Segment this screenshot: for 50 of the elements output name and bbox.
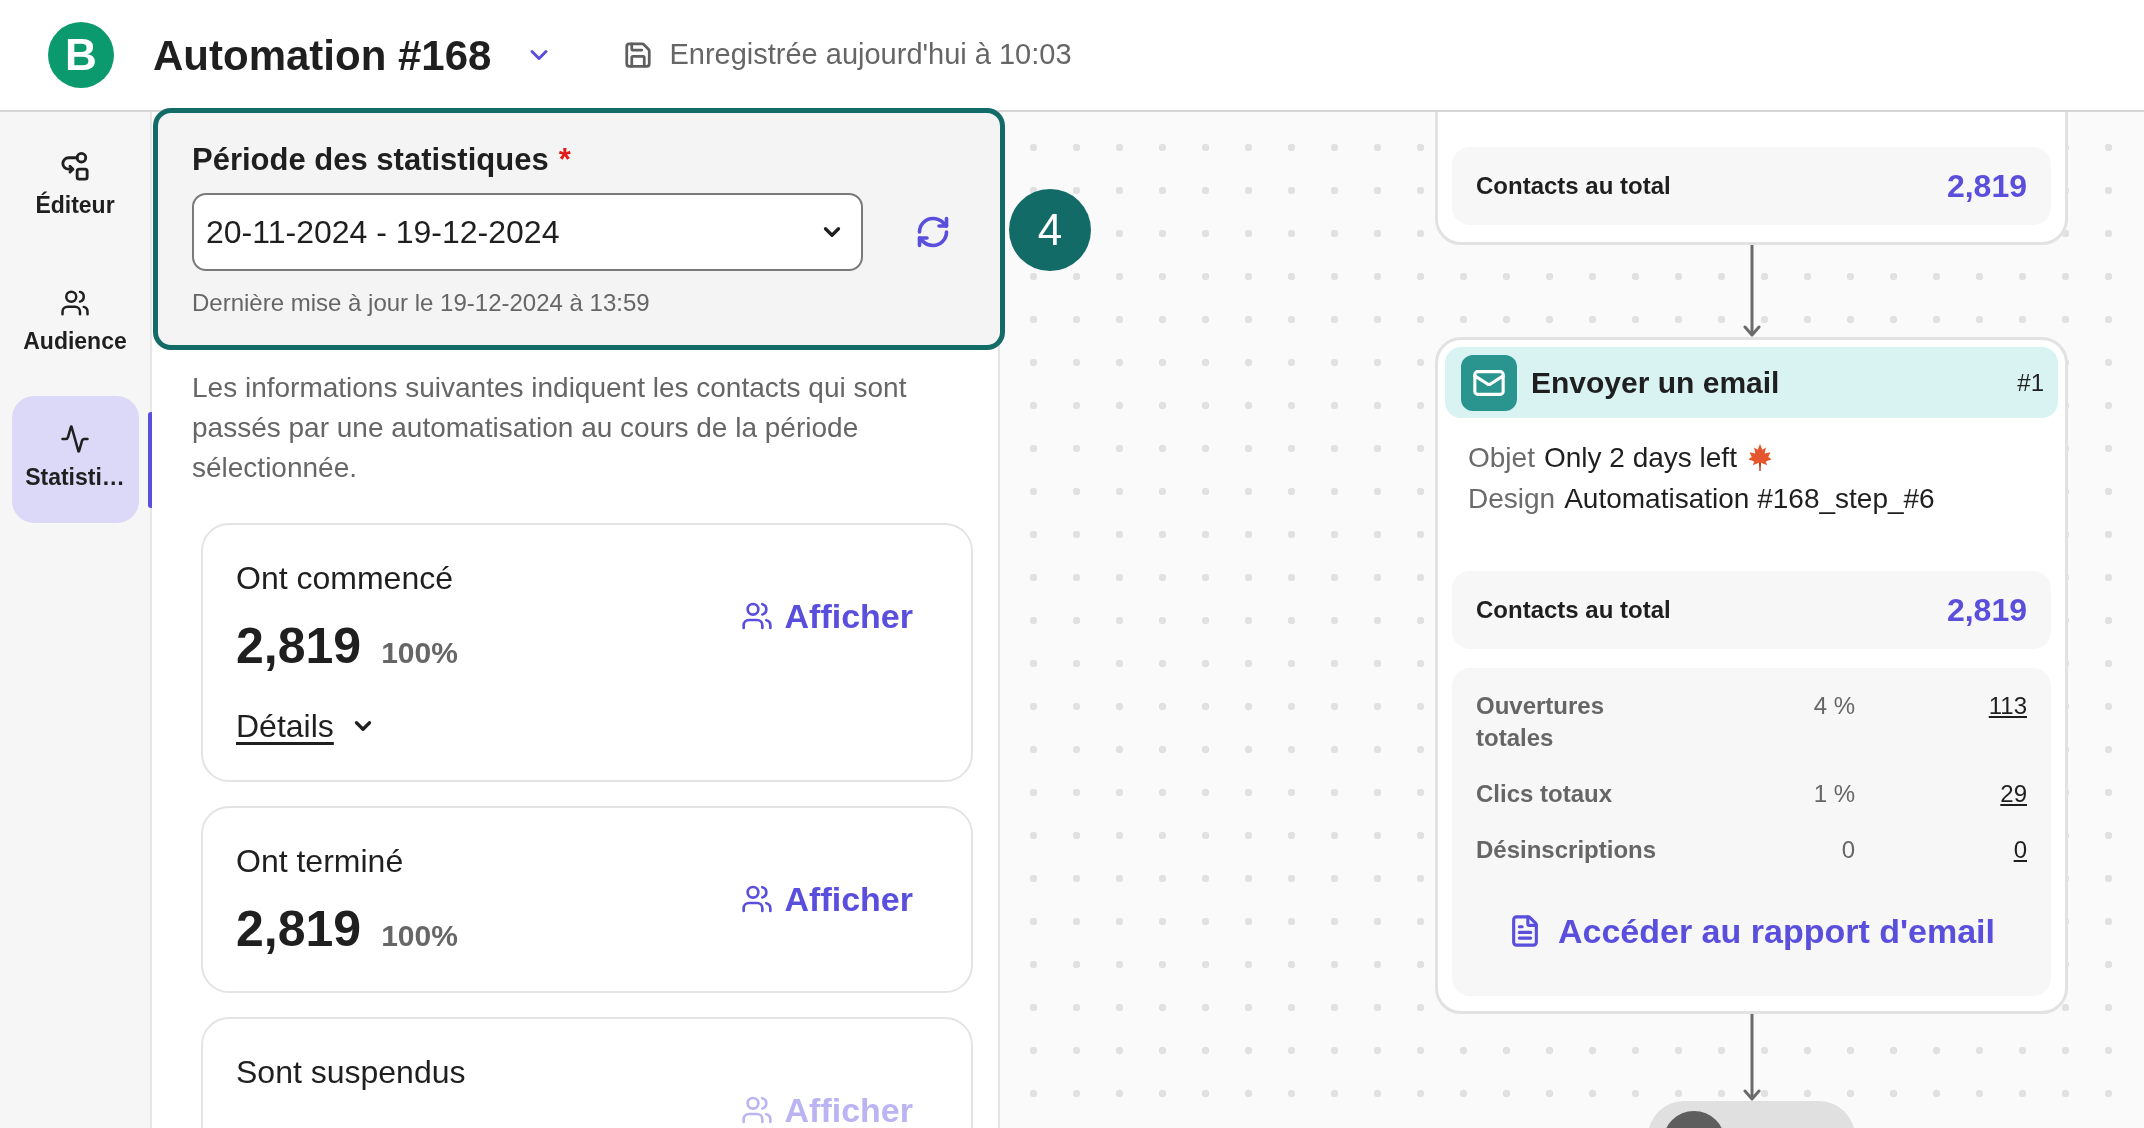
sidebar-item[interactable]: Éditeur — [11, 124, 139, 251]
sidebar-item[interactable]: Audience — [11, 260, 139, 387]
save-status: Enregistrée aujourd'hui à 10:03 — [669, 37, 1072, 73]
last-updated-text: Dernière mise à jour le 19-12-2024 à 13:59 — [192, 288, 651, 318]
contacts-total-label: Contacts au total — [1476, 171, 1671, 201]
workflow-icon — [60, 152, 90, 183]
field-value: Automatisation #168_step_#6 — [1564, 481, 1935, 516]
node-step-number: #1 — [2017, 367, 2044, 398]
users-icon — [740, 1094, 773, 1126]
stat-percent: 100% — [381, 635, 458, 671]
refresh-button[interactable] — [915, 214, 951, 250]
metric-label: Ouvertures totales — [1476, 691, 1606, 753]
users-icon — [740, 600, 773, 632]
refresh-icon — [915, 214, 951, 250]
period-label: Période des statistiques — [192, 141, 549, 179]
metric-count-link[interactable]: 113 — [1988, 690, 2027, 722]
date-range-select[interactable]: 20-11-2024 - 19-12-2024 — [192, 193, 863, 271]
activity-icon — [60, 424, 90, 455]
stat-title: Ont commencé — [236, 559, 454, 598]
stat-title: Sont suspendus — [236, 1053, 466, 1092]
contacts-total-value: 2,819 — [1946, 167, 2027, 206]
show-contacts-button[interactable]: Afficher — [730, 586, 923, 646]
metric-rate: 1 % — [1813, 779, 1855, 809]
contacts-total-label: Contacts au total — [1476, 595, 1671, 625]
required-mark: * — [558, 141, 571, 179]
metric-rate: 0 — [1841, 835, 1855, 865]
contacts-total-value: 2,819 — [1946, 591, 2027, 630]
metric-rate: 4 % — [1813, 691, 1855, 721]
panel-description: Les informations suivantes indiquent les contacts qui sont passés par une automatisation au cours de la période sélectionnée. — [191, 371, 908, 485]
logo: B — [48, 22, 114, 88]
stat-percent: 100% — [381, 918, 458, 954]
stat-count: 2,819 — [236, 618, 362, 674]
metric-count-link[interactable]: 0 — [2013, 834, 2027, 866]
node-title: Envoyer un email — [1531, 365, 1780, 401]
stat-count: 2,819 — [236, 901, 362, 957]
metric-label: Clics totaux — [1476, 779, 1614, 809]
automation-title: Automation #168 — [153, 30, 492, 81]
mail-icon — [1461, 354, 1517, 411]
metric-count-link[interactable]: 29 — [2000, 778, 2027, 810]
email-report-link[interactable]: Accéder au rapport d'email — [1508, 911, 1995, 951]
save-icon — [623, 40, 654, 70]
stat-title: Ont terminé — [236, 842, 405, 881]
details-toggle[interactable]: Détails — [236, 706, 376, 746]
field-value: Only 2 days left — [1543, 440, 1737, 475]
show-contacts-button[interactable]: Afficher — [730, 869, 923, 929]
field-label: Objet — [1468, 440, 1535, 475]
metric-label: Désinscriptions — [1476, 835, 1658, 865]
users-icon — [740, 883, 773, 915]
field-label: Design — [1468, 481, 1556, 516]
maple-leaf-icon — [1746, 444, 1773, 471]
